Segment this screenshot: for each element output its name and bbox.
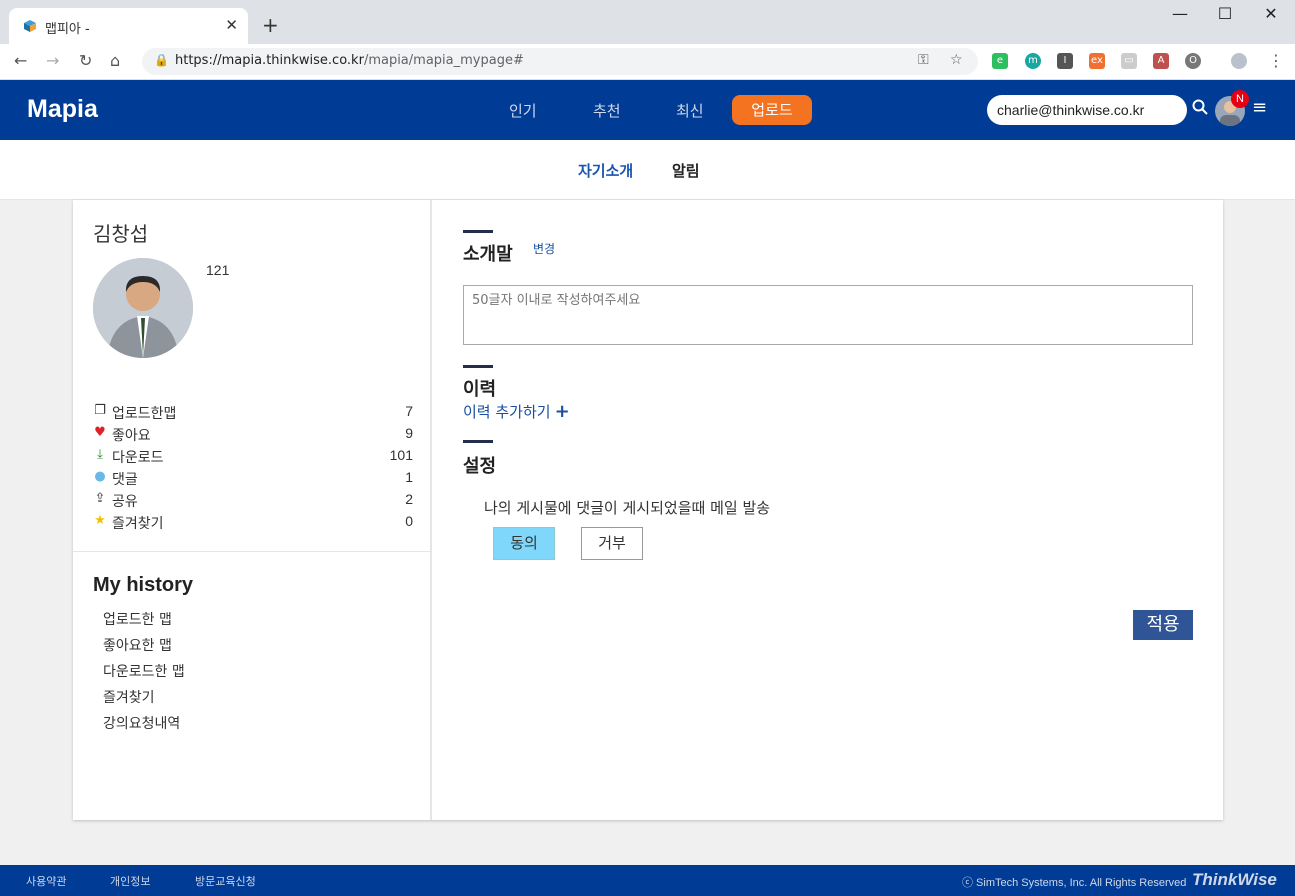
intro-change-link[interactable]: 변경 xyxy=(533,240,555,257)
comment-icon: ● xyxy=(94,469,106,484)
agree-button[interactable]: 동의 xyxy=(493,527,555,560)
career-title: 이력 xyxy=(463,379,497,400)
footer-visit-education-link[interactable]: 방문교육신청 xyxy=(195,873,256,889)
thinkwise-logo: ThinkWise xyxy=(1192,870,1277,889)
mail-setting-label: 나의 게시물에 댓글이 게시되었을때 메일 발송 xyxy=(484,499,771,517)
upload-button[interactable]: 업로드 xyxy=(732,95,812,125)
maximize-icon[interactable]: ☐ xyxy=(1202,4,1248,23)
stat-downloads[interactable]: ⤓ 다운로드 101 xyxy=(91,447,413,469)
copyright-text: ⓒ SimTech Systems, Inc. All Rights Reser… xyxy=(962,877,1187,889)
stat-likes[interactable]: ♥ 좋아요 9 xyxy=(91,425,413,447)
back-icon[interactable]: ← xyxy=(14,51,27,70)
cube-icon xyxy=(24,20,36,32)
history-title: My history xyxy=(93,574,194,596)
sub-navigation: 자기소개 알림 xyxy=(0,140,1295,200)
profile-main: 소개말 변경 이력 이력 추가하기+ 설정 나의 게시물에 댓글이 게시되었을때… xyxy=(434,200,1223,820)
card-extension-icon[interactable]: ▭ xyxy=(1121,53,1137,69)
profile-avatar-icon[interactable] xyxy=(1231,53,1247,69)
evernote-extension-icon[interactable]: e xyxy=(992,53,1008,69)
close-tab-icon[interactable]: ✕ xyxy=(225,16,238,34)
user-name: 김창섭 xyxy=(93,222,149,246)
stat-uploaded[interactable]: ❐ 업로드한맵 7 xyxy=(91,403,413,425)
account-email[interactable]: charlie@thinkwise.co.kr xyxy=(987,95,1187,125)
m-extension-icon[interactable]: m xyxy=(1025,53,1041,69)
intro-title: 소개말 xyxy=(463,244,513,265)
stat-comments[interactable]: ● 댓글 1 xyxy=(91,469,413,491)
share-icon: ⇪ xyxy=(94,491,106,506)
copy-icon: ❐ xyxy=(94,403,106,418)
history-item-lecture-requests[interactable]: 강의요청내역 xyxy=(103,713,180,733)
section-bar xyxy=(463,365,493,368)
kebab-menu-icon[interactable]: ⋮ xyxy=(1268,51,1284,70)
sidebar-divider xyxy=(73,551,432,552)
history-item-uploaded[interactable]: 업로드한 맵 xyxy=(103,609,172,629)
history-item-favorites[interactable]: 즐겨찾기 xyxy=(103,687,155,707)
section-bar xyxy=(463,230,493,233)
add-career-link[interactable]: 이력 추가하기 + xyxy=(463,401,570,422)
new-tab-button[interactable]: + xyxy=(262,13,279,37)
apply-button[interactable]: 적용 xyxy=(1133,610,1193,640)
user-score: 121 xyxy=(206,262,230,278)
key-icon[interactable]: ⚿ xyxy=(918,52,929,68)
home-icon[interactable]: ⌂ xyxy=(110,51,120,70)
forward-icon[interactable]: → xyxy=(46,51,59,70)
tab-title: 맵피아 - xyxy=(45,22,90,37)
browser-tab[interactable]: 맵피아 - ✕ xyxy=(9,8,248,44)
tab-about[interactable]: 자기소개 xyxy=(578,160,633,181)
heart-icon: ♥ xyxy=(94,425,106,440)
browser-toolbar: ← → ↻ ⌂ 🔒 https://mapia.thinkwise.co.kr/… xyxy=(0,44,1295,80)
url-text: https://mapia.thinkwise.co.kr/mapia/mapi… xyxy=(175,53,524,68)
footer-privacy-link[interactable]: 개인정보 xyxy=(110,873,150,889)
browser-tab-strip: 맵피아 - ✕ + — ☐ ✕ xyxy=(0,0,1295,44)
profile-sidebar: 김창섭 121 ❐ 업로드한맵 7 ♥ 좋아요 9 ⤓ 다운로드 101 ● 댓… xyxy=(73,200,432,820)
i-extension-icon[interactable]: I xyxy=(1057,53,1073,69)
reload-icon[interactable]: ↻ xyxy=(79,51,92,70)
star-icon: ★ xyxy=(94,513,106,528)
tab-notice[interactable]: 알림 xyxy=(672,160,700,181)
bookmark-star-icon[interactable]: ☆ xyxy=(950,52,963,68)
stat-favorites[interactable]: ★ 즐겨찾기 0 xyxy=(91,513,413,535)
hamburger-menu-icon[interactable]: ≡ xyxy=(1252,97,1267,118)
plus-icon: + xyxy=(554,401,570,422)
notification-badge: N xyxy=(1231,90,1249,108)
site-footer: 사용약관 개인정보 방문교육신청 ⓒ SimTech Systems, Inc.… xyxy=(0,865,1295,896)
footer-terms-link[interactable]: 사용약관 xyxy=(26,873,66,889)
site-header: Mapia 인기 추천 최신 업로드 charlie@thinkwise.co.… xyxy=(0,80,1295,140)
search-icon[interactable] xyxy=(1192,99,1208,119)
minimize-icon[interactable]: — xyxy=(1157,4,1203,23)
pdf-extension-icon[interactable]: A xyxy=(1153,53,1169,69)
profile-photo xyxy=(93,258,193,358)
circle-extension-icon[interactable]: O xyxy=(1185,53,1201,69)
lock-icon: 🔒 xyxy=(154,53,169,67)
intro-textarea[interactable] xyxy=(463,285,1193,345)
nav-recommended[interactable]: 추천 xyxy=(593,100,621,121)
site-logo[interactable]: Mapia xyxy=(27,95,98,124)
refuse-button[interactable]: 거부 xyxy=(581,527,643,560)
close-window-icon[interactable]: ✕ xyxy=(1248,4,1294,23)
address-bar[interactable]: 🔒 https://mapia.thinkwise.co.kr/mapia/ma… xyxy=(142,48,978,75)
nav-popular[interactable]: 인기 xyxy=(509,100,537,121)
history-item-downloaded[interactable]: 다운로드한 맵 xyxy=(103,661,185,681)
mypage-card: 김창섭 121 ❐ 업로드한맵 7 ♥ 좋아요 9 ⤓ 다운로드 101 ● 댓… xyxy=(73,200,1223,820)
nav-latest[interactable]: 최신 xyxy=(676,100,704,121)
history-item-liked[interactable]: 좋아요한 맵 xyxy=(103,635,172,655)
section-bar xyxy=(463,440,493,443)
download-icon: ⤓ xyxy=(97,447,103,462)
settings-title: 설정 xyxy=(463,456,497,477)
ex-extension-icon[interactable]: ex xyxy=(1089,53,1105,69)
stat-shares[interactable]: ⇪ 공유 2 xyxy=(91,491,413,513)
